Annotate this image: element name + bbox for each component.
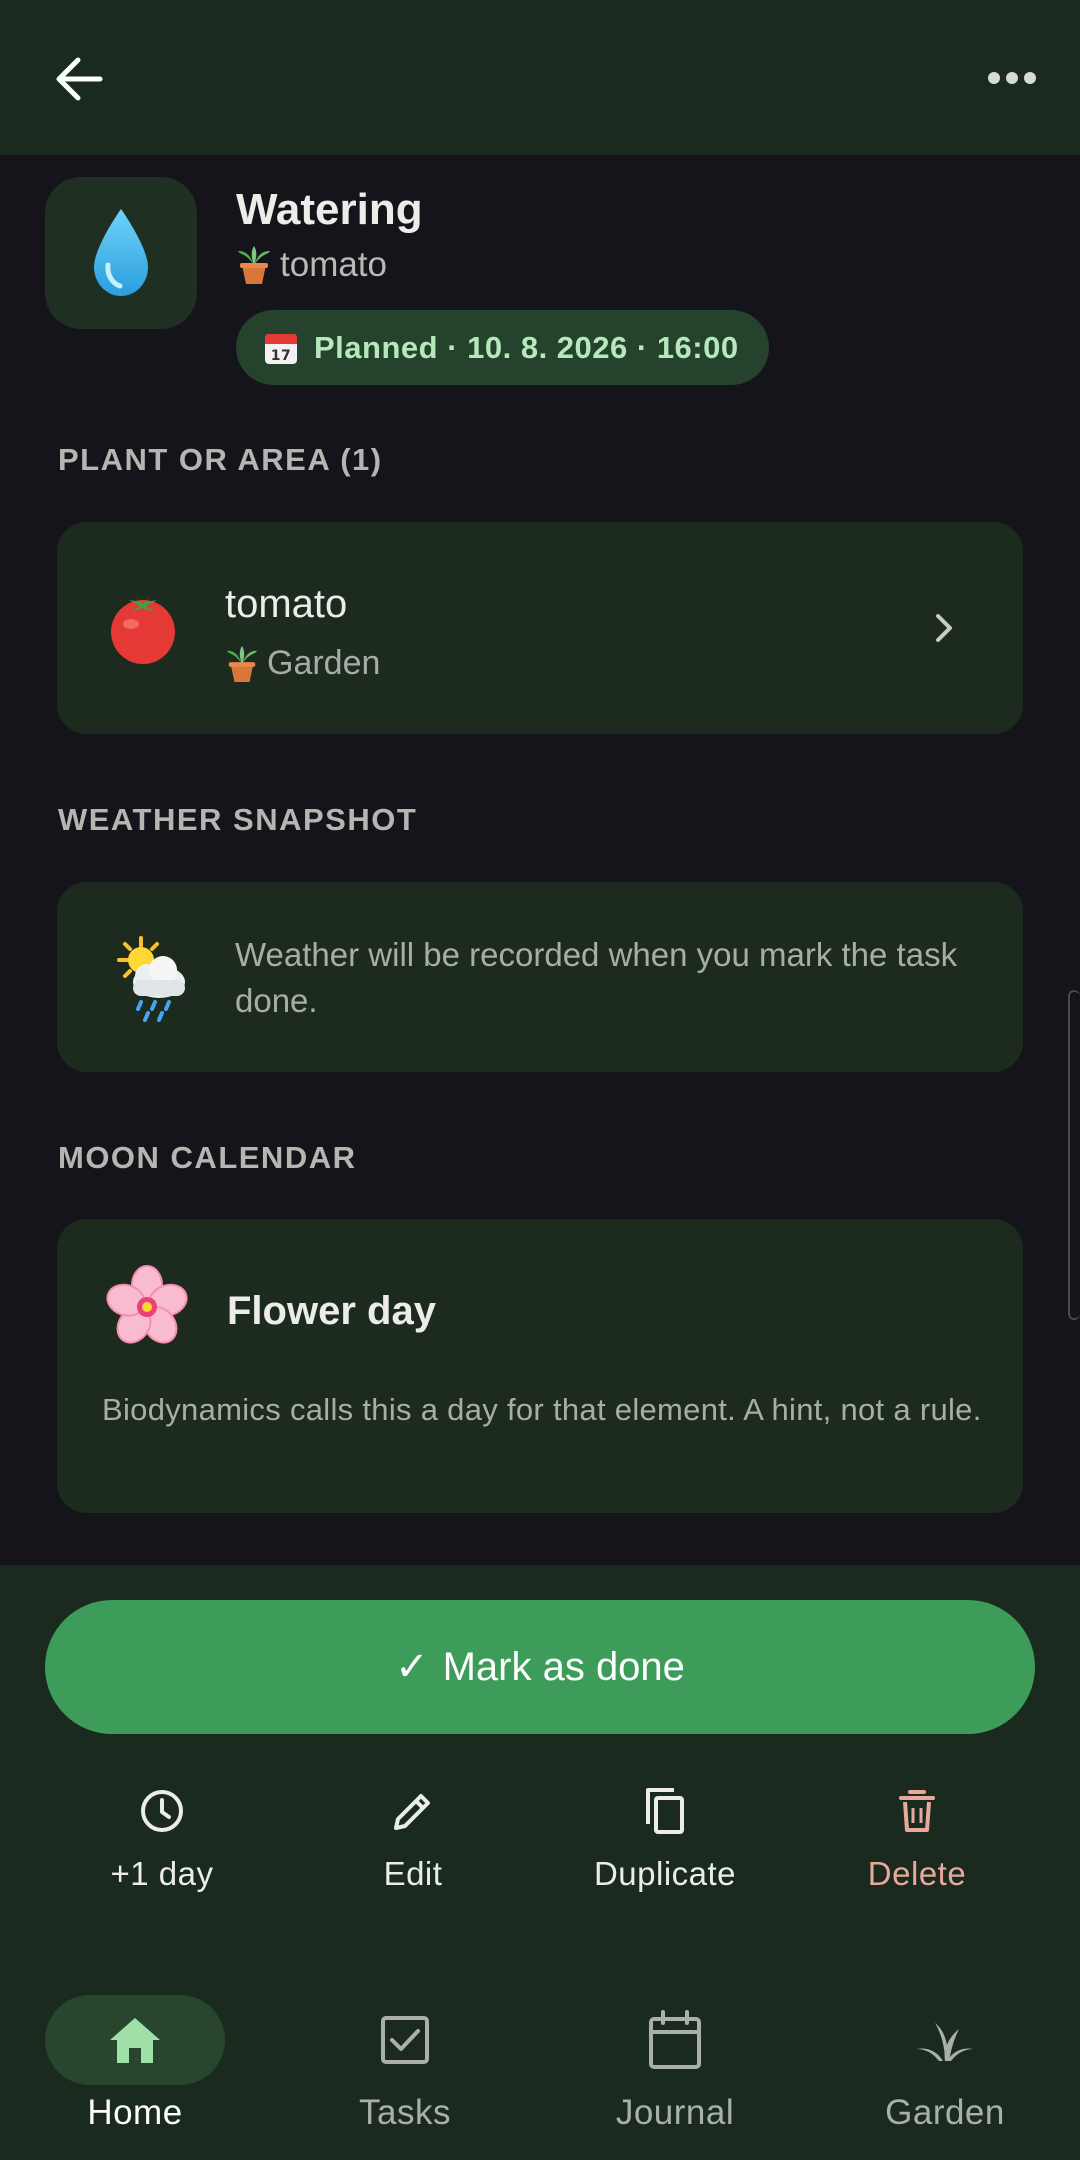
nav-item-tasks[interactable]: Tasks [270,1970,540,2160]
plant-location-label: Garden [267,644,381,682]
svg-text:17: 17 [271,348,291,364]
cherry-blossom-icon [106,1265,188,1344]
moon-day-description: Biodynamics calls this a day for that el… [102,1392,982,1427]
app-bar [0,0,1080,155]
checkbox-icon [381,2016,429,2064]
delete-label: Delete [867,1855,967,1892]
arrow-left-icon [56,57,103,101]
nav-item-journal[interactable]: Journal [540,1970,810,2160]
nav-item-home[interactable]: Home [0,1970,270,2160]
mark-as-done-label: Mark as done [442,1644,685,1689]
edit-label: Edit [383,1855,443,1892]
nav-label-garden: Garden [885,2093,1005,2132]
task-detail-content: Watering tomato 17 Planned · 10. 8. 2026… [0,155,1080,1565]
pencil-icon [394,1794,430,1830]
plant-location: Garden [225,644,380,683]
moon-day-title: Flower day [227,1289,436,1333]
task-title: Watering [236,185,423,234]
bottom-navigation: Home Tasks Journal Garden [0,1970,1080,2160]
secondary-actions: +1 day Edit Duplicate Delete [0,1783,1080,1913]
status-badge: 17 Planned · 10. 8. 2026 · 16:00 [236,310,769,385]
home-icon [110,2018,160,2063]
more-options-button[interactable] [980,50,1044,106]
nav-label-journal: Journal [615,2093,735,2132]
scrollbar[interactable] [1068,990,1080,1320]
nav-label-tasks: Tasks [359,2093,451,2132]
back-button[interactable] [48,48,110,110]
weather-note: Weather will be recorded when you mark t… [235,936,958,1019]
nav-active-indicator [45,1995,225,2085]
task-type-icon-box [45,177,197,329]
clock-icon [141,1790,183,1832]
status-text: Planned · 10. 8. 2026 · 16:00 [314,329,739,365]
trash-icon [899,1790,935,1832]
weather-card: Weather will be recorded when you mark t… [57,882,1023,1072]
sprout-icon [917,2023,973,2061]
task-plant-name: tomato [280,245,387,284]
nav-item-garden[interactable]: Garden [810,1970,1080,2160]
calendar-icon [649,2010,701,2069]
check-icon: ✓ [395,1645,429,1689]
delete-button[interactable]: Delete [792,1783,1042,1913]
moon-section-label: MOON CALENDAR [58,1140,357,1175]
potted-plant-icon [238,246,270,284]
droplet-icon [94,209,148,296]
duplicate-label: Duplicate [593,1855,737,1892]
plant-name: tomato [225,582,348,626]
nav-label-home: Home [87,2093,183,2132]
postpone-label: +1 day [110,1855,214,1892]
potted-plant-icon [226,645,258,682]
sun-behind-rain-cloud-icon [117,936,185,1022]
more-horizontal-icon [988,72,1036,84]
bottom-action-bar: ✓ Mark as done +1 day Edit Duplicate Del… [0,1565,1080,2160]
edit-button[interactable]: Edit [288,1783,538,1913]
copy-icon [646,1788,684,1834]
moon-card: Flower day Biodynamics calls this a day … [57,1219,1023,1513]
calendar-icon: 17 [265,333,297,364]
tomato-icon [111,594,175,664]
postpone-button[interactable]: +1 day [37,1783,287,1913]
task-plant: tomato [236,245,387,285]
plant-card[interactable]: tomato Garden [57,522,1023,734]
weather-section-label: WEATHER SNAPSHOT [58,802,418,837]
plants-section-label: PLANT OR AREA (1) [58,442,383,477]
duplicate-button[interactable]: Duplicate [540,1783,790,1913]
chevron-right-icon [936,614,952,642]
mark-as-done-button[interactable]: ✓ Mark as done [45,1600,1035,1734]
